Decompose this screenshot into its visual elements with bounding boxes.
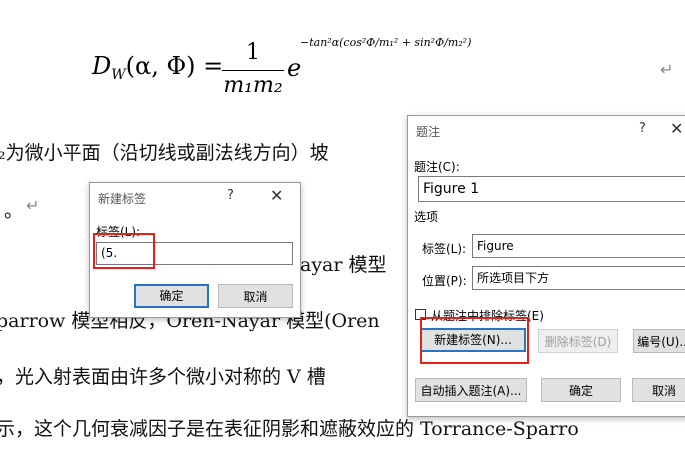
dialog-title: 新建标签 (98, 192, 147, 206)
position-field-label: 位置(P): (422, 274, 467, 288)
cancel-button[interactable]: 取消 (632, 378, 685, 402)
ok-button[interactable]: 确定 (134, 284, 209, 308)
close-icon[interactable]: ✕ (670, 119, 683, 138)
help-button[interactable]: ? (639, 121, 646, 136)
doc-line-5: ，光入射表面由许多个微小对称的 V 槽 (0, 366, 326, 388)
label-field-label: 标签(L): (422, 242, 467, 256)
formula-base: e (287, 54, 302, 82)
highlight-box (93, 233, 155, 269)
dialog-title: 题注 (416, 125, 441, 139)
equation: DW(α, Φ) = 1 m₁m₂ e −tan²α(cos²Φ/m₁² + s… (92, 36, 472, 112)
help-button[interactable]: ? (227, 188, 234, 203)
cancel-button[interactable]: 取消 (218, 284, 293, 308)
doc-line-3: ayar 模型 (300, 254, 387, 276)
position-select[interactable]: 所选项目下方 (472, 266, 685, 290)
paragraph-mark-icon: ↵ (660, 60, 674, 79)
caption-dialog: 题注 ? ✕ 题注(C): Figure 1 选项 标签(L): Figure … (407, 115, 685, 417)
doc-line-2: 。 (4, 200, 24, 222)
paragraph-mark-icon: ↵ (26, 196, 40, 215)
dialog-titlebar: 新建标签 ? ✕ (90, 183, 300, 213)
formula-exponent: −tan²α(cos²Φ/m₁² + sin²Φ/m₂²) (300, 36, 472, 49)
formula-fraction: 1 m₁m₂ (222, 40, 284, 98)
doc-line-1: ₂为微小平面（沿切线或副法线方向）坡 (0, 142, 329, 164)
label-select[interactable]: Figure (472, 234, 685, 258)
caption-input[interactable]: Figure 1 (418, 176, 685, 202)
dialog-titlebar: 题注 ? ✕ (408, 116, 685, 146)
delete-label-button[interactable]: 删除标签(D) (538, 329, 618, 353)
highlight-box (420, 317, 529, 364)
close-icon[interactable]: ✕ (270, 186, 283, 205)
new-label-dialog: 新建标签 ? ✕ 标签(L): (5. 确定 取消 (89, 182, 301, 318)
ok-button[interactable]: 确定 (541, 378, 621, 402)
numbering-button[interactable]: 编号(U)... (633, 329, 685, 353)
autocaption-button[interactable]: 自动插入题注(A)... (415, 378, 527, 402)
doc-line-6: 示，这个几何衰减因子是在表征阴影和遮蔽效应的 Torrance-Sparro (0, 418, 579, 440)
formula-lhs: DW(α, Φ) = (92, 52, 224, 83)
options-heading: 选项 (414, 210, 439, 224)
caption-field-label: 题注(C): (414, 160, 460, 174)
